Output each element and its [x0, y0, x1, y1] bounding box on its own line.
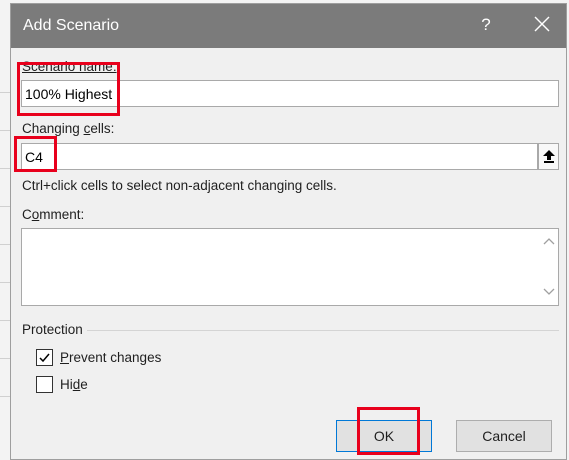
changing-cells-hint: Ctrl+click cells to select non-adjacent … — [22, 178, 337, 193]
changing-cells-input[interactable]: C4 — [21, 143, 538, 170]
comment-label: Comment: — [22, 207, 84, 222]
changing-cells-value: C4 — [25, 149, 43, 165]
hide-label[interactable]: Hide — [60, 377, 88, 392]
protection-group-label: Protection — [22, 322, 83, 337]
range-select-arrow-icon — [543, 150, 555, 163]
scenario-name-label: Scenario name: — [22, 59, 117, 74]
changing-cells-label: Changing cells: — [22, 121, 114, 136]
ok-button[interactable]: OK — [336, 420, 432, 452]
prevent-changes-accel: P — [60, 350, 70, 365]
hide-checkbox[interactable] — [36, 376, 53, 393]
comment-label-post: mment: — [39, 207, 85, 222]
add-scenario-dialog: Add Scenario ? Scenario name: 100% Highe… — [10, 3, 567, 460]
scroll-up-icon[interactable] — [542, 236, 556, 246]
scenario-name-input[interactable]: 100% Highest — [21, 80, 559, 107]
comment-textarea[interactable] — [21, 228, 559, 306]
prevent-changes-label-text: revent changes — [69, 350, 162, 365]
collapse-dialog-button[interactable] — [538, 143, 559, 170]
close-icon — [534, 16, 550, 32]
comment-label-pre: C — [22, 207, 32, 222]
hide-label-post: e — [80, 377, 88, 392]
changing-cells-label-pre: Changing — [22, 121, 84, 136]
dialog-titlebar[interactable]: Add Scenario ? — [11, 4, 566, 48]
changing-cells-label-post: ells: — [90, 121, 115, 136]
scenario-name-label-text: cenario name: — [31, 59, 117, 74]
cancel-button[interactable]: Cancel — [456, 420, 552, 452]
scroll-down-icon[interactable] — [542, 287, 556, 297]
protection-divider — [87, 330, 559, 331]
scenario-name-accel: S — [22, 59, 32, 74]
scenario-name-value: 100% Highest — [25, 86, 113, 102]
hide-label-pre: Hi — [60, 377, 73, 392]
prevent-changes-checkbox[interactable] — [36, 349, 53, 366]
dialog-title: Add Scenario — [23, 17, 120, 34]
checkmark-icon — [39, 353, 50, 363]
close-button[interactable] — [534, 16, 554, 36]
prevent-changes-label[interactable]: Prevent changes — [60, 350, 161, 365]
help-button[interactable]: ? — [476, 15, 496, 37]
